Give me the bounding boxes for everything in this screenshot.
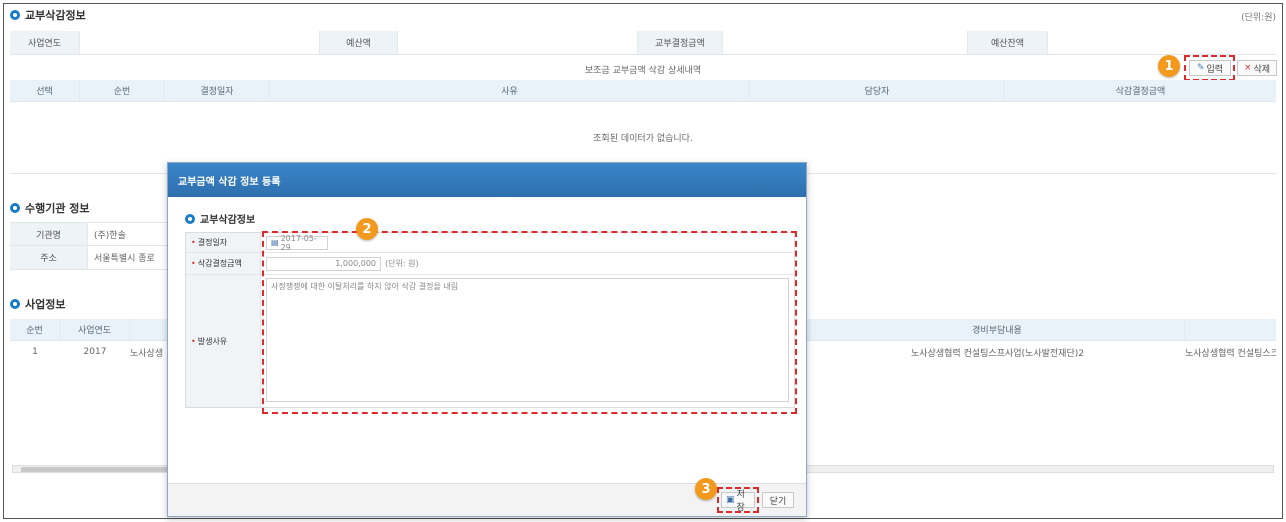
bullet-icon bbox=[185, 213, 195, 224]
agency-name-label: 기관명 bbox=[10, 223, 88, 245]
modal-section-title: 교부삭감정보 bbox=[185, 211, 255, 226]
section-title-grant-cut: 교부삭감정보 bbox=[10, 7, 86, 23]
modal-section-title-text: 교부삭감정보 bbox=[200, 215, 256, 226]
step-badge-2: 2 bbox=[356, 218, 378, 240]
summary-row: 사업연도 예산액 교부결정금액 예산잔액 bbox=[10, 31, 1276, 55]
section-title-text: 사업정보 bbox=[25, 298, 66, 311]
col-extra bbox=[1185, 319, 1276, 340]
close-button[interactable]: 닫기 bbox=[762, 492, 794, 508]
agency-row-address: 주소 서울특별시 종로 bbox=[10, 246, 170, 270]
year-value bbox=[80, 31, 320, 54]
project-cost-content: 노사상생협력 컨설팅스프사업(노사발전재단)2 bbox=[911, 348, 1084, 359]
project-cost-content-2: 노사상생협력 컨설팅스크 bbox=[1185, 348, 1276, 359]
delete-button-label: 삭제 bbox=[1253, 64, 1271, 75]
balance-value bbox=[1048, 31, 1276, 54]
agency-address-label: 주소 bbox=[10, 246, 88, 269]
grant-value bbox=[723, 31, 968, 54]
detail-header-row: 선택 순번 결정일자 사유 담당자 삭감결정금액 bbox=[10, 80, 1276, 102]
col-no: 순번 bbox=[80, 80, 165, 101]
col-date: 결정일자 bbox=[165, 80, 270, 101]
bullet-icon bbox=[10, 299, 20, 309]
bullet-icon bbox=[10, 10, 20, 20]
modal-title: 교부금액 삭감 정보 등록 bbox=[168, 163, 806, 197]
delete-button[interactable]: × 삭제 bbox=[1237, 60, 1277, 76]
col-project-year: 사업연도 bbox=[60, 319, 130, 340]
agency-row-name: 기관명 (주)한솔 bbox=[10, 222, 170, 246]
reason-label: • 발생사유 bbox=[186, 275, 261, 407]
col-cut-amount: 삭감결정금액 bbox=[1115, 87, 1166, 97]
close-icon: × bbox=[1243, 63, 1252, 73]
col-reason: 사유 bbox=[270, 80, 750, 101]
section-title-agency: 수행기관 정보 bbox=[10, 200, 90, 216]
section-title-project: 사업정보 bbox=[10, 296, 65, 312]
section-title-text: 수행기관 정보 bbox=[25, 202, 90, 215]
close-button-label: 닫기 bbox=[769, 496, 787, 507]
grant-label: 교부결정금액 bbox=[638, 31, 723, 54]
col-select: 선택 bbox=[10, 80, 80, 101]
budget-label: 예산액 bbox=[320, 31, 398, 54]
agency-address-value: 서울특별시 종로 bbox=[94, 254, 155, 264]
amount-label: • 삭감결정금액 bbox=[186, 253, 261, 274]
bullet-icon bbox=[10, 203, 20, 213]
balance-label: 예산잔액 bbox=[968, 31, 1048, 54]
detail-caption-row: 보조금 교부금액 삭감 상세내역 bbox=[10, 58, 1276, 80]
date-label: • 결정일자 bbox=[186, 233, 261, 252]
highlight-box-3 bbox=[717, 487, 759, 513]
step-badge-3: 3 bbox=[695, 478, 717, 500]
budget-value bbox=[398, 31, 638, 54]
col-manager: 담당자 bbox=[750, 80, 1005, 101]
step-badge-1: 1 bbox=[1158, 55, 1180, 77]
highlight-box-2 bbox=[262, 231, 797, 414]
col-project-no: 순번 bbox=[10, 319, 60, 340]
detail-caption: 보조금 교부금액 삭감 상세내역 bbox=[584, 65, 702, 76]
unit-label: (단위:원) bbox=[1241, 13, 1276, 23]
project-year: 2017 bbox=[83, 347, 107, 357]
agency-name-value: (주)한솔 bbox=[94, 230, 126, 241]
section-title-text: 교부삭감정보 bbox=[25, 9, 86, 22]
year-label: 사업연도 bbox=[10, 31, 80, 54]
highlight-box-1 bbox=[1184, 55, 1235, 81]
grant-cut-modal: 교부금액 삭감 정보 등록 교부삭감정보 • 결정일자 ▤ 2017-05-29 … bbox=[167, 162, 807, 517]
col-cost-content: 경비부담내용 bbox=[810, 319, 1185, 340]
project-no: 1 bbox=[32, 347, 38, 357]
scrollbar-thumb[interactable] bbox=[21, 467, 181, 472]
